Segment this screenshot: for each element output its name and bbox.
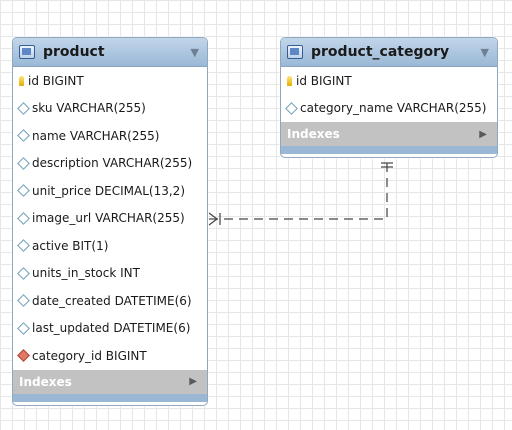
collapse-arrow-icon[interactable]: ▼ — [191, 46, 199, 59]
column-row[interactable]: id BIGINT — [281, 67, 497, 95]
column-row[interactable]: unit_price DECIMAL(13,2) — [13, 177, 207, 205]
indexes-label: Indexes — [19, 374, 72, 389]
column-label: units_in_stock INT — [32, 266, 140, 281]
column-row[interactable]: description VARCHAR(255) — [13, 150, 207, 178]
column-label: active BIT(1) — [32, 238, 109, 253]
column-label: unit_price DECIMAL(13,2) — [32, 183, 185, 198]
column-list: id BIGINT sku VARCHAR(255) name VARCHAR(25… — [13, 67, 207, 370]
column-row[interactable]: category_id BIGINT — [13, 342, 207, 370]
column-icon — [17, 266, 30, 280]
column-row[interactable]: name VARCHAR(255) — [13, 122, 207, 150]
primary-key-icon — [287, 75, 292, 86]
expand-arrow-icon[interactable]: ▶ — [479, 129, 487, 140]
table-icon — [19, 45, 35, 59]
column-icon — [17, 101, 30, 115]
column-row[interactable]: units_in_stock INT — [13, 260, 207, 288]
column-label: name VARCHAR(255) — [32, 128, 160, 143]
indexes-section[interactable]: Indexes ▶ — [13, 369, 207, 394]
foreign-key-icon — [17, 349, 30, 363]
table-title: product — [43, 44, 105, 60]
column-icon — [17, 211, 30, 225]
column-icon — [17, 239, 30, 253]
column-row[interactable]: active BIT(1) — [13, 232, 207, 260]
table-icon — [287, 45, 303, 59]
column-icon — [17, 321, 30, 335]
table-header[interactable]: product ▼ — [13, 38, 207, 67]
column-row[interactable]: date_created DATETIME(6) — [13, 287, 207, 315]
column-row[interactable]: category_name VARCHAR(255) — [281, 95, 497, 123]
collapse-arrow-icon[interactable]: ▼ — [481, 46, 489, 59]
column-label: category_name VARCHAR(255) — [300, 101, 487, 116]
table-product[interactable]: product ▼ id BIGINT sku VARCHAR(255) name … — [12, 37, 208, 406]
table-header[interactable]: product_category ▼ — [281, 38, 497, 67]
table-footer — [281, 146, 497, 154]
column-icon — [285, 101, 298, 115]
column-row[interactable]: image_url VARCHAR(255) — [13, 205, 207, 233]
column-icon — [17, 156, 30, 170]
column-row[interactable]: last_updated DATETIME(6) — [13, 315, 207, 343]
column-label: description VARCHAR(255) — [32, 156, 193, 171]
column-label: date_created DATETIME(6) — [32, 293, 192, 308]
table-footer — [13, 393, 207, 402]
column-row[interactable]: id BIGINT — [13, 67, 207, 95]
expand-arrow-icon[interactable]: ▶ — [189, 376, 197, 387]
column-icon — [17, 184, 30, 198]
table-title: product_category — [311, 44, 450, 60]
column-list: id BIGINT category_name VARCHAR(255) — [281, 67, 497, 122]
indexes-section[interactable]: Indexes ▶ — [281, 122, 497, 146]
column-label: id BIGINT — [296, 73, 352, 88]
column-label: category_id BIGINT — [32, 348, 147, 363]
column-label: sku VARCHAR(255) — [32, 101, 146, 116]
column-label: image_url VARCHAR(255) — [32, 211, 185, 226]
indexes-label: Indexes — [287, 127, 340, 141]
primary-key-icon — [19, 75, 24, 86]
table-product-category[interactable]: product_category ▼ id BIGINT category_nam… — [280, 37, 498, 158]
column-row[interactable]: sku VARCHAR(255) — [13, 95, 207, 123]
column-label: last_updated DATETIME(6) — [32, 321, 191, 336]
column-icon — [17, 129, 30, 143]
column-label: id BIGINT — [28, 73, 84, 88]
column-icon — [17, 294, 30, 308]
